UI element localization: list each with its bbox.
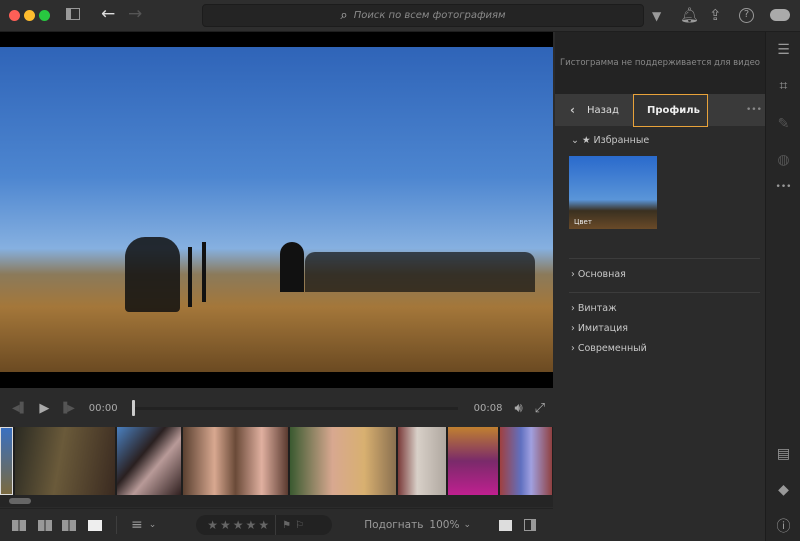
- zoom-chevron-icon[interactable]: ⌄: [463, 520, 471, 530]
- close-window-button[interactable]: [9, 10, 20, 21]
- profile-group[interactable]: › Современный: [571, 343, 647, 354]
- favorites-group[interactable]: ⌄ ★ Избранные: [571, 135, 649, 146]
- timeline-slider[interactable]: [131, 399, 458, 416]
- previous-frame-icon[interactable]: ◀▌: [12, 403, 27, 414]
- favorites-label: Избранные: [593, 135, 650, 146]
- tag-icon[interactable]: ◆: [766, 482, 800, 498]
- help-icon[interactable]: ?: [739, 8, 754, 23]
- group-label: Основная: [577, 269, 626, 280]
- divider: [569, 258, 760, 259]
- divider: [116, 516, 117, 534]
- more-options-button[interactable]: •••: [746, 105, 762, 115]
- flag-reject-icon[interactable]: ⚐: [295, 520, 304, 531]
- bottom-toolbar: ≡ ⌄ ★★★★★ ⚑ ⚐ Подогнать 100% ⌄: [0, 508, 553, 541]
- filmstrip-scrollbar[interactable]: [9, 498, 31, 504]
- compare-view-icon[interactable]: [62, 519, 76, 531]
- filmstrip-thumb[interactable]: [500, 427, 552, 495]
- filter-icon[interactable]: ▼: [652, 9, 661, 23]
- group-label: Винтаж: [577, 303, 617, 314]
- sort-icon[interactable]: ≡: [131, 517, 143, 533]
- edit-sliders-icon[interactable]: ☰: [766, 42, 800, 58]
- star-rating[interactable]: ★★★★★: [207, 518, 271, 532]
- healing-brush-icon[interactable]: ✎: [766, 116, 800, 132]
- profile-title: Профиль: [646, 104, 700, 116]
- profile-group[interactable]: › Имитация: [571, 323, 628, 334]
- group-label: Современный: [577, 343, 647, 354]
- filmstrip-thumb[interactable]: [290, 427, 396, 495]
- play-icon[interactable]: ▶: [39, 401, 49, 416]
- group-label: Имитация: [577, 323, 628, 334]
- before-after-icon[interactable]: [523, 519, 536, 531]
- profile-group[interactable]: › Основная: [571, 269, 626, 280]
- filmstrip-toggle-icon[interactable]: [498, 519, 512, 531]
- flag-pick-icon[interactable]: ⚑: [282, 520, 291, 531]
- filmstrip-thumb[interactable]: [398, 427, 446, 495]
- crop-icon[interactable]: ⌗: [766, 78, 800, 94]
- divider: [569, 292, 760, 293]
- fit-button[interactable]: Подогнать: [364, 519, 423, 531]
- comments-icon[interactable]: ▤: [766, 446, 800, 462]
- search-placeholder: Поиск по всем фотографиям: [353, 10, 506, 21]
- search-icon: ⌕: [340, 8, 348, 23]
- duration: 00:08: [473, 402, 503, 414]
- info-icon[interactable]: ⓘ: [766, 516, 800, 536]
- filmstrip-scrollbar-track: [0, 495, 553, 507]
- filmstrip-thumb-selected[interactable]: [0, 427, 13, 495]
- back-arrow-icon[interactable]: ←: [101, 4, 115, 24]
- search-input[interactable]: ⌕ Поиск по всем фотографиям: [202, 4, 644, 27]
- filmstrip-thumb[interactable]: [15, 427, 115, 495]
- back-button[interactable]: Назад: [587, 105, 619, 116]
- minimize-window-button[interactable]: [24, 10, 35, 21]
- more-tools-icon[interactable]: •••: [766, 182, 800, 192]
- edit-panel: Гистограмма не поддерживается для видео …: [555, 32, 765, 541]
- profile-thumb-color[interactable]: Цвет: [569, 156, 657, 229]
- profile-group[interactable]: › Винтаж: [571, 303, 617, 314]
- zoom-level[interactable]: 100%: [429, 519, 459, 531]
- forward-arrow-icon[interactable]: →: [128, 4, 142, 24]
- filmstrip-thumb[interactable]: [448, 427, 498, 495]
- rating-flag-control: ★★★★★ ⚑ ⚐: [196, 515, 333, 535]
- masking-icon[interactable]: ◍: [766, 152, 800, 168]
- current-time: 00:00: [88, 402, 118, 414]
- fullscreen-icon[interactable]: ⤢: [535, 401, 545, 416]
- histogram-message: Гистограмма не поддерживается для видео: [555, 32, 765, 94]
- title-bar: ← → ⌕ Поиск по всем фотографиям ▼ 🔔︎ ⇪ ?: [0, 0, 800, 32]
- video-controls: ◀▌ ▶ ▐▶ 00:00 00:08 🔊︎ ⤢: [0, 390, 553, 426]
- video-frame[interactable]: [0, 47, 553, 372]
- maximize-window-button[interactable]: [39, 10, 50, 21]
- video-viewer: [0, 32, 553, 388]
- timeline-playhead[interactable]: [131, 399, 135, 416]
- filmstrip-thumb[interactable]: [183, 427, 288, 495]
- tool-strip: ☰ ⌗ ✎ ◍ ••• ▤ ◆ ⓘ: [765, 32, 800, 541]
- share-icon[interactable]: ⇪: [709, 6, 722, 24]
- filmstrip: [0, 427, 553, 495]
- cloud-icon[interactable]: [770, 9, 790, 21]
- volume-icon[interactable]: 🔊︎: [514, 401, 522, 416]
- profile-header: ‹ Назад Профиль •••: [555, 93, 765, 127]
- filmstrip-thumb[interactable]: [117, 427, 181, 495]
- sort-chevron-icon[interactable]: ⌄: [149, 520, 157, 530]
- next-frame-icon[interactable]: ▐▶: [59, 403, 74, 414]
- profile-thumb-label: Цвет: [574, 218, 592, 226]
- back-chevron-icon[interactable]: ‹: [570, 103, 575, 117]
- square-grid-view-icon[interactable]: [12, 519, 26, 531]
- detail-view-icon[interactable]: [88, 519, 102, 531]
- profile-tab[interactable]: Профиль: [632, 93, 708, 127]
- grid-view-icon[interactable]: [38, 519, 52, 531]
- bell-icon[interactable]: 🔔︎: [680, 6, 699, 24]
- sidebar-toggle-icon[interactable]: [66, 8, 80, 20]
